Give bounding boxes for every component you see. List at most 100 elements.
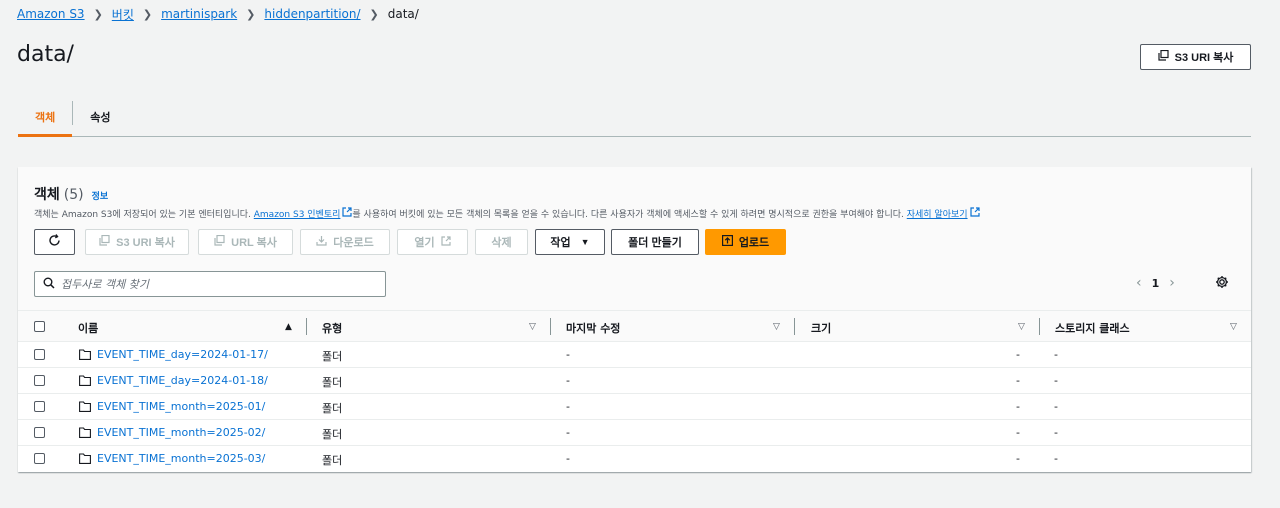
external-link-icon [441,235,451,249]
breadcrumb-prefix[interactable]: hiddenpartition/ [264,7,360,21]
column-divider[interactable] [550,318,551,335]
chevron-right-icon: ❯ [246,7,256,21]
table-row[interactable]: EVENT_TIME_day=2024-01-18/ 폴더 - - - [18,368,1251,394]
breadcrumb-buckets[interactable]: 버킷 [112,6,134,23]
column-header-name[interactable]: 이름 [78,320,98,336]
column-header-storage-class[interactable]: 스토리지 클래스 [1055,320,1130,336]
gear-icon[interactable] [1215,275,1229,292]
row-checkbox[interactable] [34,427,45,438]
actions-dropdown[interactable]: 작업 ▼ [535,229,605,255]
folder-icon [79,427,91,441]
object-modified: - [566,452,570,465]
info-link[interactable]: 정보 [92,189,109,202]
object-name-link[interactable]: EVENT_TIME_month=2025-03/ [97,452,265,465]
object-size: - [1016,426,1020,439]
table-header: 이름 ▲ 유형 ▽ 마지막 수정 ▽ 크기 ▽ 스토리지 클래스 ▽ [18,310,1251,342]
objects-count: (5) [63,187,84,203]
object-size: - [1016,374,1020,387]
object-modified: - [566,426,570,439]
select-all-checkbox[interactable] [34,321,45,332]
sort-icon[interactable]: ▽ [1230,322,1237,332]
column-divider[interactable] [794,318,795,335]
page-title: data/ [17,42,74,67]
object-name-link[interactable]: EVENT_TIME_day=2024-01-17/ [97,348,268,361]
sort-icon[interactable]: ▽ [773,322,780,332]
table-row[interactable]: EVENT_TIME_day=2024-01-17/ 폴더 - - - [18,342,1251,368]
open-button[interactable]: 열기 [397,229,468,255]
pagination: ‹ 1 › [1136,273,1175,293]
learn-more-link[interactable]: 자세히 알아보기 [907,207,980,220]
folder-icon [79,375,91,389]
object-size: - [1016,348,1020,361]
breadcrumb-amazon-s3[interactable]: Amazon S3 [17,7,85,21]
copy-s3-uri-label: S3 URI 복사 [116,237,175,249]
chevron-right-icon: ❯ [142,7,153,21]
create-folder-button[interactable]: 폴더 만들기 [611,229,699,255]
sort-icon[interactable]: ▽ [529,322,536,332]
desc-text-1: 객체는 Amazon S3에 저장되어 있는 기본 엔터티입니다. [34,210,254,220]
object-storage-class: - [1054,374,1058,387]
copy-icon [214,234,225,249]
object-type: 폴더 [322,376,343,389]
copy-url-label: URL 복사 [231,237,277,249]
objects-panel: 객체 (5) 정보 객체는 Amazon S3에 저장되어 있는 기본 엔터티입… [18,167,1251,472]
row-checkbox[interactable] [34,375,45,386]
row-checkbox[interactable] [34,349,45,360]
object-type: 폴더 [322,350,343,363]
object-storage-class: - [1054,348,1058,361]
chevron-right-icon: ❯ [93,7,103,21]
delete-button[interactable]: 삭제 [475,229,528,255]
refresh-button[interactable] [34,229,75,255]
object-name-link[interactable]: EVENT_TIME_day=2024-01-18/ [97,374,268,387]
tab-objects[interactable]: 객체 [18,98,73,137]
copy-url-button[interactable]: URL 복사 [198,229,293,255]
row-checkbox[interactable] [34,401,45,412]
download-icon [316,235,327,249]
table-row[interactable]: EVENT_TIME_month=2025-01/ 폴더 - - - [18,394,1251,420]
column-divider[interactable] [1039,318,1040,335]
download-label: 다운로드 [333,237,374,249]
table-row[interactable]: EVENT_TIME_month=2025-03/ 폴더 - - - [18,446,1251,472]
object-type: 폴더 [322,454,343,467]
object-storage-class: - [1054,452,1058,465]
chevron-left-icon[interactable]: ‹ [1136,275,1142,291]
page-number[interactable]: 1 [1152,277,1160,290]
row-checkbox[interactable] [34,453,45,464]
breadcrumb-bucket[interactable]: martinispark [161,7,237,21]
column-divider[interactable] [306,318,307,335]
copy-s3-uri-label: S3 URI 복사 [1174,52,1234,64]
breadcrumb-current: data/ [387,7,419,21]
external-link-icon [969,207,980,220]
tab-properties[interactable]: 속성 [73,98,127,136]
upload-button[interactable]: 업로드 [705,229,786,255]
sort-ascending-icon[interactable]: ▲ [285,322,292,332]
chevron-right-icon: ❯ [369,7,379,21]
objects-title: 객체 [34,187,60,203]
folder-icon [79,349,91,363]
search-input[interactable] [61,277,371,291]
breadcrumb: Amazon S3 ❯ 버킷 ❯ martinispark ❯ hiddenpa… [17,6,419,22]
object-modified: - [566,374,570,387]
table-row[interactable]: EVENT_TIME_month=2025-02/ 폴더 - - - [18,420,1251,446]
column-header-type[interactable]: 유형 [322,320,342,336]
upload-icon [721,235,733,249]
object-storage-class: - [1054,400,1058,413]
objects-heading: 객체 (5) 정보 [34,184,108,204]
copy-s3-uri-disabled-button[interactable]: S3 URI 복사 [85,229,189,255]
objects-description: 객체는 Amazon S3에 저장되어 있는 기본 엔터티입니다. Amazon… [34,207,980,220]
objects-panel-header: 객체 (5) 정보 객체는 Amazon S3에 저장되어 있는 기본 엔터티입… [18,167,1251,310]
object-type: 폴더 [322,402,343,415]
open-label: 열기 [414,237,435,249]
create-folder-label: 폴더 만들기 [628,237,682,249]
inventory-link[interactable]: Amazon S3 인벤토리 [254,207,353,220]
sort-icon[interactable]: ▽ [1018,322,1025,332]
object-name-link[interactable]: EVENT_TIME_month=2025-01/ [97,400,265,413]
column-header-size[interactable]: 크기 [811,320,831,336]
folder-icon [79,401,91,415]
copy-s3-uri-button[interactable]: S3 URI 복사 [1140,44,1251,70]
object-name-link[interactable]: EVENT_TIME_month=2025-02/ [97,426,265,439]
tab-list: 객체 속성 [18,98,1251,137]
column-header-modified[interactable]: 마지막 수정 [566,320,620,336]
chevron-right-icon[interactable]: › [1169,275,1175,291]
download-button[interactable]: 다운로드 [300,229,390,255]
